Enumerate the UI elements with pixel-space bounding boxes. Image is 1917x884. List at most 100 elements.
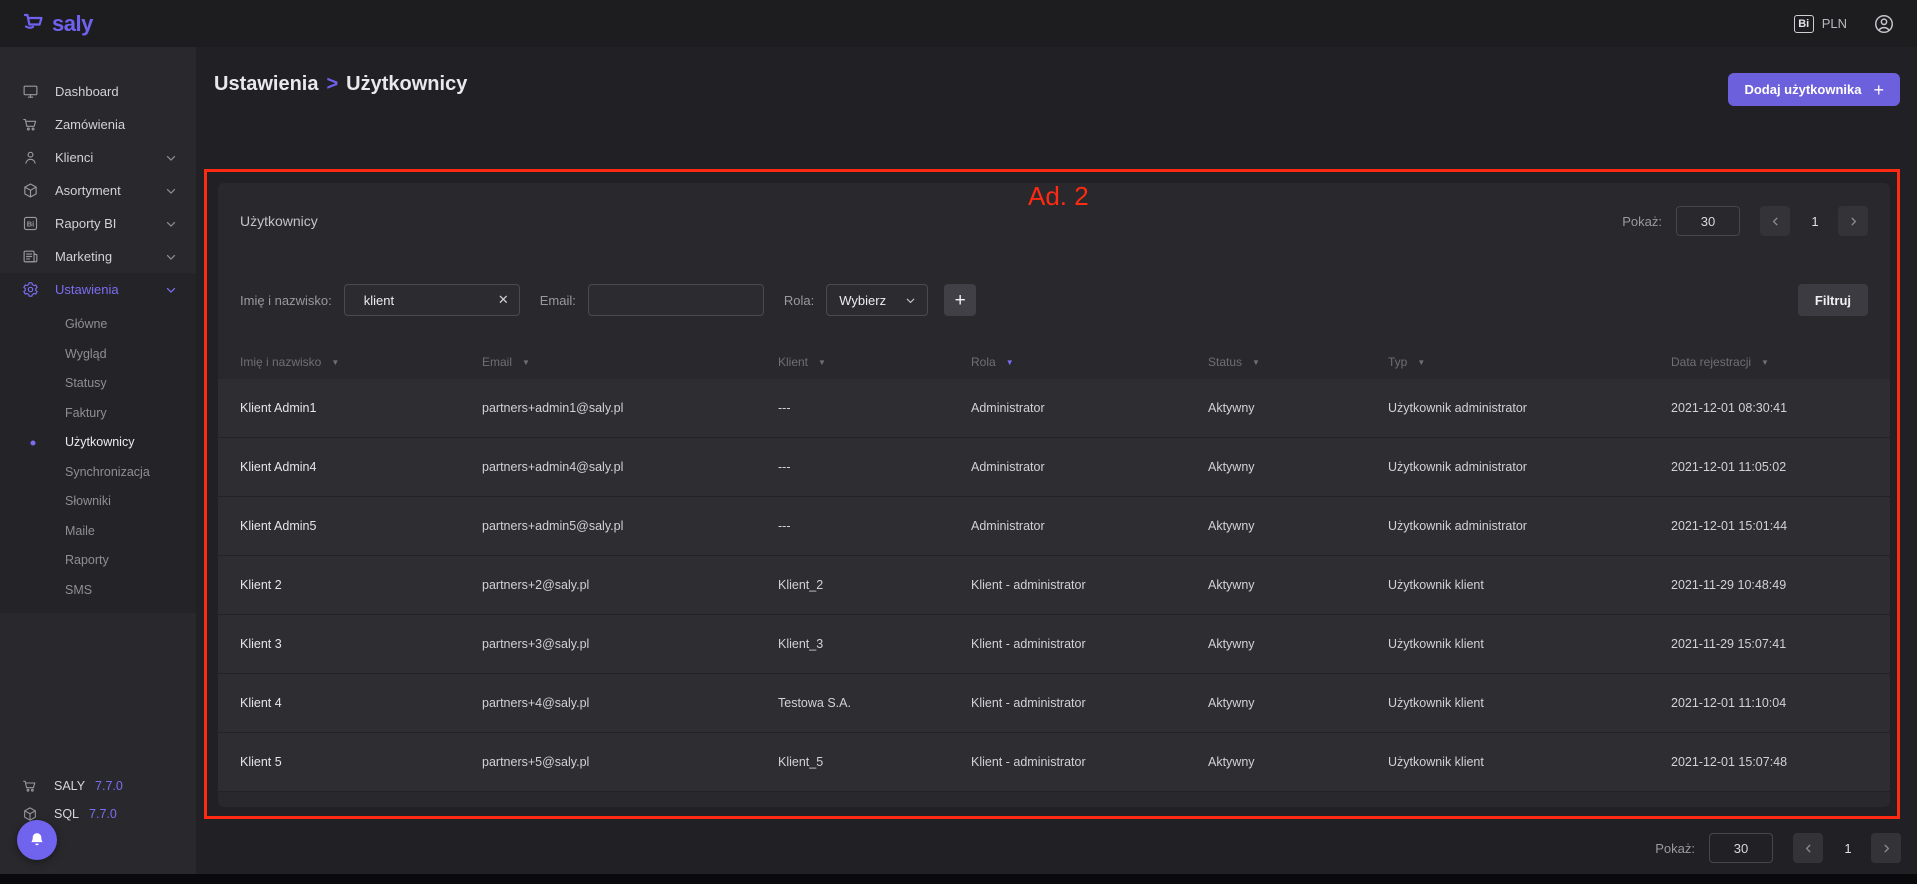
table-row[interactable]: Klient 4partners+4@saly.plTestowa S.A.Kl…: [218, 674, 1890, 733]
cell-klient: Klient_5: [778, 755, 971, 769]
filter-submit-button[interactable]: Filtruj: [1798, 284, 1868, 316]
table-row[interactable]: Klient Admin4partners+admin4@saly.pl---A…: [218, 438, 1890, 497]
cell-imi-i-nazwisko: Klient 2: [240, 578, 482, 592]
page-size-input[interactable]: [1676, 206, 1740, 236]
sort-icon[interactable]: ▼: [1761, 358, 1769, 367]
version-number: 7.7.0: [89, 807, 117, 821]
sidebar-subitem-statusy[interactable]: Statusy: [0, 369, 196, 399]
sidebar-subitem-synchronizacja[interactable]: Synchronizacja: [0, 458, 196, 488]
sort-icon[interactable]: ▼: [1252, 358, 1260, 367]
sort-icon[interactable]: ▼: [1417, 358, 1425, 367]
sidebar-subitem-label: Statusy: [65, 376, 107, 390]
column-header-imi-i-nazwisko[interactable]: Imię i nazwisko▼: [240, 355, 482, 369]
next-page-button[interactable]: [1871, 833, 1901, 863]
users-panel: Użytkownicy Pokaż: 1 Imię i nazwisko: ✕ …: [218, 183, 1890, 807]
sidebar-subitem-faktury[interactable]: Faktury: [0, 399, 196, 429]
app-logo[interactable]: saly: [22, 9, 93, 39]
cell-email: partners+4@saly.pl: [482, 696, 778, 710]
sidebar-subitem-label: Słowniki: [65, 494, 111, 508]
page-size-input[interactable]: [1709, 833, 1773, 863]
column-header-status[interactable]: Status ▼: [1208, 355, 1388, 369]
sidebar-item-marketing[interactable]: Marketing: [0, 240, 196, 273]
next-page-button[interactable]: [1838, 206, 1868, 236]
add-user-button[interactable]: Dodaj użytkownika +: [1728, 73, 1900, 106]
column-header-typ[interactable]: Typ▼: [1388, 355, 1671, 369]
notifications-button[interactable]: [17, 820, 57, 860]
cell-email: partners+admin1@saly.pl: [482, 401, 778, 415]
table-row[interactable]: Klient 5partners+5@saly.plKlient_5Klient…: [218, 733, 1890, 792]
cube-icon: [22, 182, 39, 199]
sidebar-item-dashboard[interactable]: Dashboard: [0, 75, 196, 108]
user-account-icon[interactable]: [1873, 13, 1895, 35]
cell-typ: Użytkownik klient: [1388, 755, 1671, 769]
page-size-label: Pokaż:: [1655, 841, 1695, 856]
bi-icon: Bi: [1794, 15, 1814, 33]
sidebar-subitem-raporty[interactable]: Raporty: [0, 546, 196, 576]
column-header-rola[interactable]: Rola ▼: [971, 355, 1208, 369]
sort-icon[interactable]: ▼: [331, 358, 339, 367]
sidebar-subitem-label: Faktury: [65, 406, 107, 420]
cell-status: Aktywny: [1208, 755, 1388, 769]
active-item-dot-icon: [31, 440, 36, 445]
name-filter-input[interactable]: [344, 284, 520, 316]
column-header-klient[interactable]: Klient ▼: [778, 355, 971, 369]
cell-rola: Administrator: [971, 460, 1208, 474]
sidebar-item-raporty-bi[interactable]: BiRaporty BI: [0, 207, 196, 240]
add-user-label: Dodaj użytkownika: [1744, 82, 1861, 97]
pagination-bottom: Pokaż: 1: [1655, 833, 1901, 863]
sort-icon[interactable]: ▼: [1006, 358, 1014, 367]
sidebar-item-label: Dashboard: [55, 84, 119, 99]
breadcrumb-separator: >: [326, 73, 338, 95]
cell-klient: Klient_3: [778, 637, 971, 651]
currency-selector[interactable]: Bi PLN: [1794, 15, 1847, 33]
email-filter-field: [588, 284, 764, 316]
column-header-label: Rola: [971, 355, 996, 369]
cell-status: Aktywny: [1208, 519, 1388, 533]
breadcrumb-current: Użytkownicy: [346, 73, 467, 95]
column-header-label: Status: [1208, 355, 1242, 369]
column-header-email[interactable]: Email▼: [482, 355, 778, 369]
cell-rola: Administrator: [971, 401, 1208, 415]
column-header-label: Klient: [778, 355, 808, 369]
sidebar-subitem-sms[interactable]: SMS: [0, 576, 196, 606]
table-row[interactable]: Klient 2partners+2@saly.plKlient_2Klient…: [218, 556, 1890, 615]
sidebar-subitem-s-owniki[interactable]: Słowniki: [0, 487, 196, 517]
topbar: saly Bi PLN: [0, 0, 1917, 47]
cell-imi-i-nazwisko: Klient Admin1: [240, 401, 482, 415]
sidebar-subitem-g-wne[interactable]: Główne: [0, 310, 196, 340]
sidebar-subitem-u-ytkownicy[interactable]: Użytkownicy: [0, 428, 196, 458]
sidebar-item-ustawienia[interactable]: Ustawienia: [0, 273, 196, 306]
prev-page-button[interactable]: [1760, 206, 1790, 236]
table-row[interactable]: Klient Admin5partners+admin5@saly.pl---A…: [218, 497, 1890, 556]
sidebar-subitem-label: Wygląd: [65, 347, 107, 361]
saly-cart-logo-icon: [22, 9, 46, 39]
chevron-down-icon: [164, 184, 178, 198]
table-header-row: Imię i nazwisko▼Email▼Klient▼Rola▼Status…: [218, 345, 1890, 379]
sidebar-item-klienci[interactable]: Klienci: [0, 141, 196, 174]
table-row[interactable]: Klient Admin1partners+admin1@saly.pl---A…: [218, 379, 1890, 438]
sidebar-subitem-maile[interactable]: Maile: [0, 517, 196, 547]
cell-typ: Użytkownik administrator: [1388, 519, 1671, 533]
prev-page-button[interactable]: [1793, 833, 1823, 863]
role-filter-select[interactable]: Wybierz: [826, 284, 928, 316]
table-row[interactable]: Klient 3partners+3@saly.plKlient_3Klient…: [218, 615, 1890, 674]
app-root: saly Bi PLN Dashboard ZamówieniaKlienci As…: [0, 0, 1917, 884]
sidebar-subitem-label: Maile: [65, 524, 95, 538]
sidebar-item-asortyment[interactable]: Asortyment: [0, 174, 196, 207]
email-filter-input[interactable]: [588, 284, 764, 316]
sort-icon[interactable]: ▼: [522, 358, 530, 367]
sidebar-item-zam-wienia[interactable]: Zamówienia: [0, 108, 196, 141]
breadcrumb-parent[interactable]: Ustawienia: [214, 73, 318, 95]
sidebar-item-label: Asortyment: [55, 183, 121, 198]
cell-data-rejestracji: 2021-12-01 15:07:48: [1671, 755, 1868, 769]
filter-bar: Imię i nazwisko: ✕ Email: Rola: Wybierz …: [218, 283, 1890, 317]
clear-filter-icon[interactable]: ✕: [498, 292, 509, 308]
version-label: SALY: [54, 779, 85, 793]
sort-icon[interactable]: ▼: [818, 358, 826, 367]
cell-imi-i-nazwisko: Klient 5: [240, 755, 482, 769]
sidebar-subitem-wygl-d[interactable]: Wygląd: [0, 340, 196, 370]
add-filter-button[interactable]: +: [944, 284, 976, 316]
plus-icon: +: [1873, 81, 1884, 99]
column-header-data-rejestracji[interactable]: Data rejestracji▼: [1671, 355, 1868, 369]
version-number: 7.7.0: [95, 779, 123, 793]
